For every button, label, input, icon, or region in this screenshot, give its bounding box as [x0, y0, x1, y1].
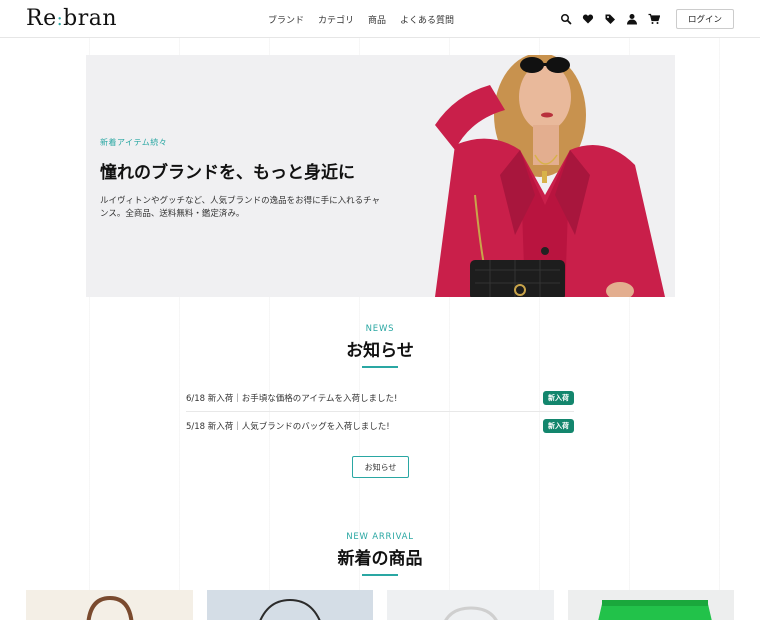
hero-model-image	[395, 55, 675, 297]
site-logo[interactable]: Re:bran	[26, 5, 118, 31]
product-card[interactable]	[567, 590, 734, 620]
nav-category[interactable]: カテゴリ	[318, 13, 354, 26]
news-item-text: 6/18 新入荷｜お手頃な価格のアイテムを入荷しました!	[186, 393, 398, 404]
user-icon[interactable]	[626, 13, 638, 25]
product-card[interactable]	[387, 590, 554, 620]
heart-icon[interactable]	[582, 13, 594, 25]
new-arrival-underline	[362, 574, 398, 576]
news-item[interactable]: 6/18 新入荷｜お手頃な価格のアイテムを入荷しました! 新入荷	[186, 384, 574, 412]
hero-description: ルイヴィトンやグッチなど、人気ブランドの逸品をお得に手に入れるチャンス。全商品、…	[100, 196, 380, 220]
new-arrival-section-head: NEW ARRIVAL 新着の商品	[0, 532, 760, 576]
hero-title: 憧れのブランドを、もっと身近に	[100, 163, 355, 183]
tag-icon[interactable]	[604, 13, 616, 25]
product-card[interactable]	[26, 590, 193, 620]
news-title: お知らせ	[346, 341, 414, 361]
news-item-text: 5/18 新入荷｜人気ブランドのバッグを入荷しました!	[186, 422, 390, 432]
news-badge: 新入荷	[543, 390, 574, 405]
news-list: 6/18 新入荷｜お手頃な価格のアイテムを入荷しました! 新入荷 5/18 新入…	[186, 384, 574, 440]
new-arrival-kicker: NEW ARRIVAL	[346, 532, 414, 542]
product-card[interactable]	[206, 590, 373, 620]
news-underline	[362, 366, 398, 368]
news-kicker: NEWS	[365, 324, 395, 334]
login-button[interactable]: ログイン	[675, 9, 734, 29]
site-header: Re:bran ブランド カテゴリ 商品 よくある質問 ログイン	[0, 0, 760, 38]
search-icon[interactable]	[560, 13, 572, 25]
logo-text-left: Re	[26, 5, 57, 31]
product-grid	[26, 590, 734, 620]
hero-text: 新着アイテム続々 憧れのブランドを、もっと身近に ルイヴィトンやグッチなど、人気…	[100, 137, 380, 221]
news-item[interactable]: 5/18 新入荷｜人気ブランドのバッグを入荷しました! 新入荷	[186, 412, 574, 440]
header-icons: ログイン	[560, 0, 734, 38]
logo-text-right: bran	[63, 5, 118, 31]
nav-products[interactable]: 商品	[368, 13, 386, 26]
nav-brand[interactable]: ブランド	[268, 13, 304, 26]
main-nav: ブランド カテゴリ 商品 よくある質問	[268, 0, 454, 38]
hero-kicker: 新着アイテム続々	[100, 138, 168, 147]
nav-faq[interactable]: よくある質問	[400, 13, 454, 26]
cart-icon[interactable]	[648, 13, 660, 25]
news-section-head: NEWS お知らせ	[0, 324, 760, 368]
hero-banner: 新着アイテム続々 憧れのブランドを、もっと身近に ルイヴィトンやグッチなど、人気…	[86, 55, 675, 297]
news-badge: 新入荷	[543, 419, 574, 433]
news-more-button[interactable]: お知らせ	[352, 456, 409, 478]
new-arrival-title: 新着の商品	[337, 549, 423, 569]
